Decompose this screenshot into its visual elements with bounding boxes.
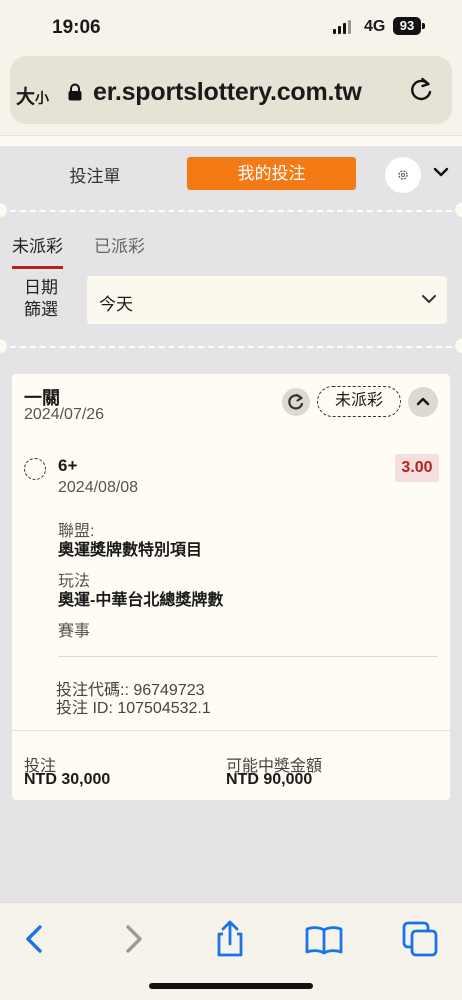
browser-address-area: 大小 er.sportslottery.com.tw [0,52,462,136]
market-value: 奧運-中華台北總獎牌數 [58,592,224,609]
refresh-button[interactable] [282,388,310,416]
network-type: 4G [364,18,386,35]
back-icon[interactable] [15,919,55,959]
stake-value: NTD 30,000 [24,771,111,788]
selection-name: 6+ [58,456,78,475]
lock-icon [68,83,82,101]
ticket-notch-right [455,203,462,217]
text-size-button[interactable]: 大小 [16,82,49,109]
battery-icon: 93 [393,17,421,35]
bet-card: 一關 2024/07/26 未派彩 6+ 2024/08/08 3.00 聯盟:… [12,374,450,800]
refresh-icon [288,393,304,410]
dashed-divider [0,346,462,348]
chevron-down-icon[interactable] [432,166,450,178]
odds-badge: 3.00 [395,454,439,482]
settings-button[interactable] [385,157,421,193]
chevron-up-icon [416,397,430,406]
date-filter-select[interactable]: 今天 [87,276,447,324]
clock: 19:06 [52,17,101,38]
card-divider [58,656,438,657]
ticket-notch-left [0,339,7,353]
cellular-signal-icon [333,20,351,34]
battery-cap [422,23,425,29]
selection-status-icon [24,458,46,480]
status-badge: 未派彩 [317,386,401,417]
event-label: 賽事 [58,623,91,640]
payout-value: NTD 90,000 [226,771,313,788]
reload-icon[interactable] [407,76,435,104]
gear-icon [398,170,408,180]
forward-icon[interactable] [113,919,153,959]
home-indicator [149,983,313,989]
ticket-notch-right [455,339,462,353]
url-text[interactable]: er.sportslottery.com.tw [93,78,362,107]
status-bar: 19:06 4G 93 [0,0,462,52]
chevron-down-icon [422,295,436,303]
selection-date: 2024/08/08 [58,479,139,496]
bookmarks-icon[interactable] [304,919,344,959]
settlement-tabs: 未派彩 已派彩 [0,226,462,269]
share-icon[interactable] [210,919,250,959]
bet-date: 2024/07/26 [24,406,105,423]
tab-betslip[interactable]: 投注單 [50,162,140,187]
address-bar[interactable]: 大小 er.sportslottery.com.tw [10,56,452,124]
tab-unsettled[interactable]: 未派彩 [12,232,63,269]
date-filter-label: 日期 篩選 [24,278,58,319]
card-footer-divider [12,730,450,731]
bet-id: 投注 ID: 107504532.1 [56,700,211,717]
bets-panel: 投注單 我的投注 未派彩 已派彩 日期 篩選 今天 一關 2024/07/26 [0,146,462,902]
collapse-card-button[interactable] [408,387,438,417]
dashed-divider [0,210,462,212]
tab-settled[interactable]: 已派彩 [94,232,145,257]
tabs-icon[interactable] [400,919,440,959]
league-value: 奧運獎牌數特別項目 [58,542,203,559]
panel-tabs: 投注單 我的投注 [0,146,462,206]
tab-my-bets[interactable]: 我的投注 [187,157,356,190]
date-filter-value: 今天 [99,295,133,314]
